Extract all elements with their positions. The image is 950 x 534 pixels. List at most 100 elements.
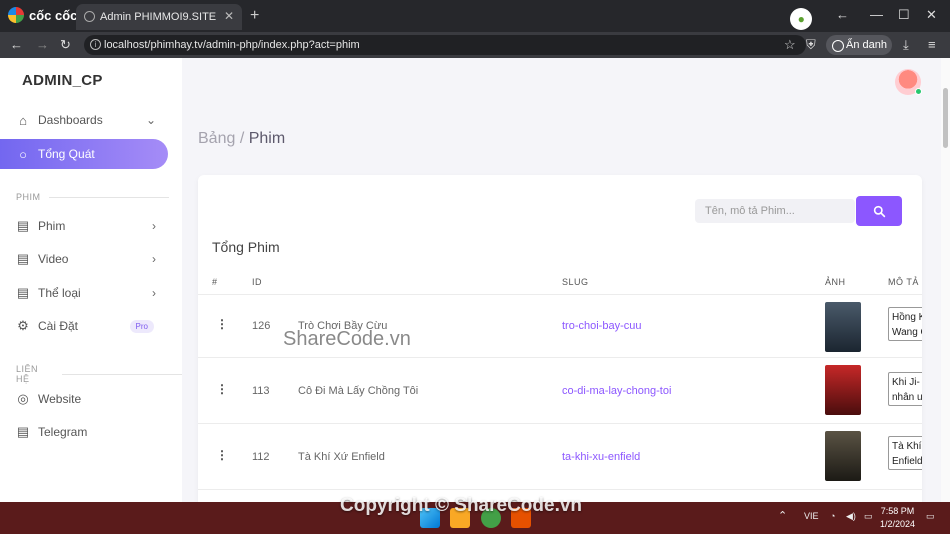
row-name: Cô Đi Mà Lấy Chồng Tôi	[298, 385, 419, 397]
col-header-id: ID	[252, 277, 262, 287]
browser-brand-label: cốc cốc	[29, 7, 78, 23]
search-icon	[873, 205, 885, 217]
url-field[interactable]: i localhost/phimhay.tv/admin-php/index.p…	[84, 35, 806, 55]
forward-icon[interactable]: →	[36, 37, 49, 52]
sidebar-item-tong-quat[interactable]: ○ Tổng Quát	[0, 139, 168, 169]
avatar[interactable]	[895, 69, 922, 95]
globe-icon	[84, 11, 95, 22]
browser-brand[interactable]: cốc cốc	[8, 7, 77, 23]
document-icon: ▤	[16, 218, 30, 233]
sidebar-item-label: Phim	[38, 219, 66, 233]
notification-icon[interactable]: ▭	[926, 511, 935, 522]
pro-badge: Pro	[129, 320, 154, 333]
browser-tabbar: cốc cốc Admin PHIMMOI9.SITE ✕ + ● ← — ☐ …	[0, 0, 950, 32]
row-description[interactable]: Khi Ji- nhân u	[888, 372, 922, 406]
row-id: 112	[252, 451, 270, 463]
table-header: # ID SLUG ẢNH MÔ TẢ	[198, 273, 922, 295]
row-id: 113	[252, 385, 270, 397]
sidebar-item-the-loai[interactable]: ▤ Thể loại ›	[8, 278, 168, 308]
browser-tab[interactable]: Admin PHIMMOI9.SITE ✕	[76, 4, 242, 30]
minimize-icon[interactable]: —	[870, 7, 883, 22]
browser-addressbar: ← → ↻ i localhost/phimhay.tv/admin-php/i…	[0, 32, 950, 58]
search-button[interactable]	[856, 196, 902, 226]
document-icon: ▤	[16, 424, 30, 439]
chevron-right-icon: ›	[152, 219, 156, 233]
menu-icon[interactable]: ≡	[928, 37, 936, 52]
movie-poster	[825, 302, 861, 352]
admin-app: ADMIN_CP ⌂ Dashboards ⌄ ○ Tổng Quát PHIM…	[0, 58, 950, 502]
row-name: Tà Khí Xứ Enfield	[298, 451, 385, 463]
col-header-index: #	[212, 277, 218, 287]
col-header-image: ẢNH	[825, 277, 846, 287]
row-actions-icon[interactable]: ⋮	[216, 448, 228, 462]
sidebar-item-website[interactable]: ◎ Website	[8, 384, 168, 414]
site-info-icon[interactable]: i	[90, 39, 101, 50]
tab-title: Admin PHIMMOI9.SITE	[100, 11, 217, 23]
card-title: Tổng Phim	[212, 239, 280, 255]
maximize-icon[interactable]: ☐	[898, 7, 910, 23]
volume-icon[interactable]: ◀)	[846, 511, 856, 522]
chevron-right-icon: ›	[152, 252, 156, 266]
chevron-up-icon[interactable]: ⌃	[778, 509, 787, 522]
row-description[interactable]: Tà Khí Enfield	[888, 436, 922, 470]
scrollbar-thumb[interactable]	[943, 88, 948, 148]
row-slug[interactable]: tro-choi-bay-cuu	[562, 320, 641, 332]
sidebar-item-label: Dashboards	[38, 113, 103, 127]
row-description[interactable]: Hồng K Wang C	[888, 307, 922, 341]
section-label-lien-he: LIÊN HỆ	[16, 364, 182, 384]
language-indicator[interactable]: VIE	[804, 511, 819, 521]
online-status-dot	[915, 88, 922, 95]
clock-date: 1/2/2024	[880, 519, 916, 529]
search-input[interactable]	[695, 199, 855, 223]
coccoc-logo-icon	[8, 7, 24, 23]
bookmark-star-icon[interactable]: ☆	[784, 37, 796, 53]
sidebar-item-label: Website	[38, 392, 82, 406]
breadcrumb-parent: Bảng /	[198, 130, 245, 147]
sidebar-item-video[interactable]: ▤ Video ›	[8, 244, 168, 274]
sidebar-item-label: Video	[38, 252, 69, 266]
battery-icon[interactable]: ▭	[864, 511, 873, 522]
sidebar-item-label: Cài Đặt	[38, 319, 79, 333]
close-window-icon[interactable]: ✕	[926, 7, 937, 23]
sidebar-item-label: Tổng Quát	[38, 147, 95, 161]
circle-icon: ○	[19, 146, 27, 162]
chevron-down-icon: ⌄	[145, 113, 156, 127]
section-label-phim: PHIM	[16, 192, 169, 202]
row-actions-icon[interactable]: ⋮	[216, 317, 228, 331]
sidebar-item-cai-dat[interactable]: ⚙ Cài Đặt Pro	[8, 311, 168, 341]
back-icon[interactable]: ←	[10, 37, 23, 52]
sidebar-item-telegram[interactable]: ▤ Telegram	[8, 417, 168, 447]
watermark-bottom: Copyright © ShareCode.vn	[340, 495, 583, 516]
row-slug[interactable]: ta-khi-xu-enfield	[562, 451, 640, 463]
movie-poster	[825, 365, 861, 415]
sidebar-item-label: Telegram	[38, 425, 88, 439]
row-slug[interactable]: co-di-ma-lay-chong-toi	[562, 385, 671, 397]
shield-icon[interactable]: ⛨	[806, 37, 816, 53]
reload-icon[interactable]: ↻	[60, 37, 71, 53]
chevron-right-icon: ›	[152, 286, 156, 300]
incognito-button[interactable]: Ẩn danh	[826, 35, 892, 55]
url-text: localhost/phimhay.tv/admin-php/index.php…	[104, 39, 360, 51]
home-icon: ⌂	[19, 112, 27, 128]
document-icon: ▤	[16, 285, 30, 300]
download-icon[interactable]: ⤓	[903, 37, 909, 53]
wifi-icon[interactable]: ◔	[830, 511, 835, 521]
new-tab-button[interactable]: +	[250, 7, 259, 25]
lifebuoy-icon: ◎	[17, 391, 29, 406]
sidebar-item-dashboards[interactable]: ⌂ Dashboards ⌄	[8, 105, 168, 135]
app-title: ADMIN_CP	[22, 72, 103, 89]
close-tab-icon[interactable]: ✕	[224, 9, 234, 23]
page-scrollbar[interactable]	[941, 58, 950, 502]
clock-time: 7:58 PM	[880, 506, 915, 516]
gear-icon: ⚙	[17, 318, 29, 333]
table-row: ⋮ 113 Cô Đi Mà Lấy Chồng Tôi co-di-ma-la…	[198, 358, 922, 424]
sharecode-ball-icon: ●	[790, 8, 812, 30]
watermark-middle: ShareCode.vn	[283, 328, 411, 350]
tab-back-icon[interactable]: ←	[836, 7, 849, 22]
sharecode-logo: ●	[790, 8, 812, 30]
row-actions-icon[interactable]: ⋮	[216, 382, 228, 396]
sidebar-item-phim[interactable]: ▤ Phim ›	[8, 211, 168, 241]
breadcrumb-current: Phim	[248, 130, 286, 147]
system-clock[interactable]: 7:58 PM 1/2/2024	[880, 505, 915, 531]
row-id: 126	[252, 320, 271, 332]
